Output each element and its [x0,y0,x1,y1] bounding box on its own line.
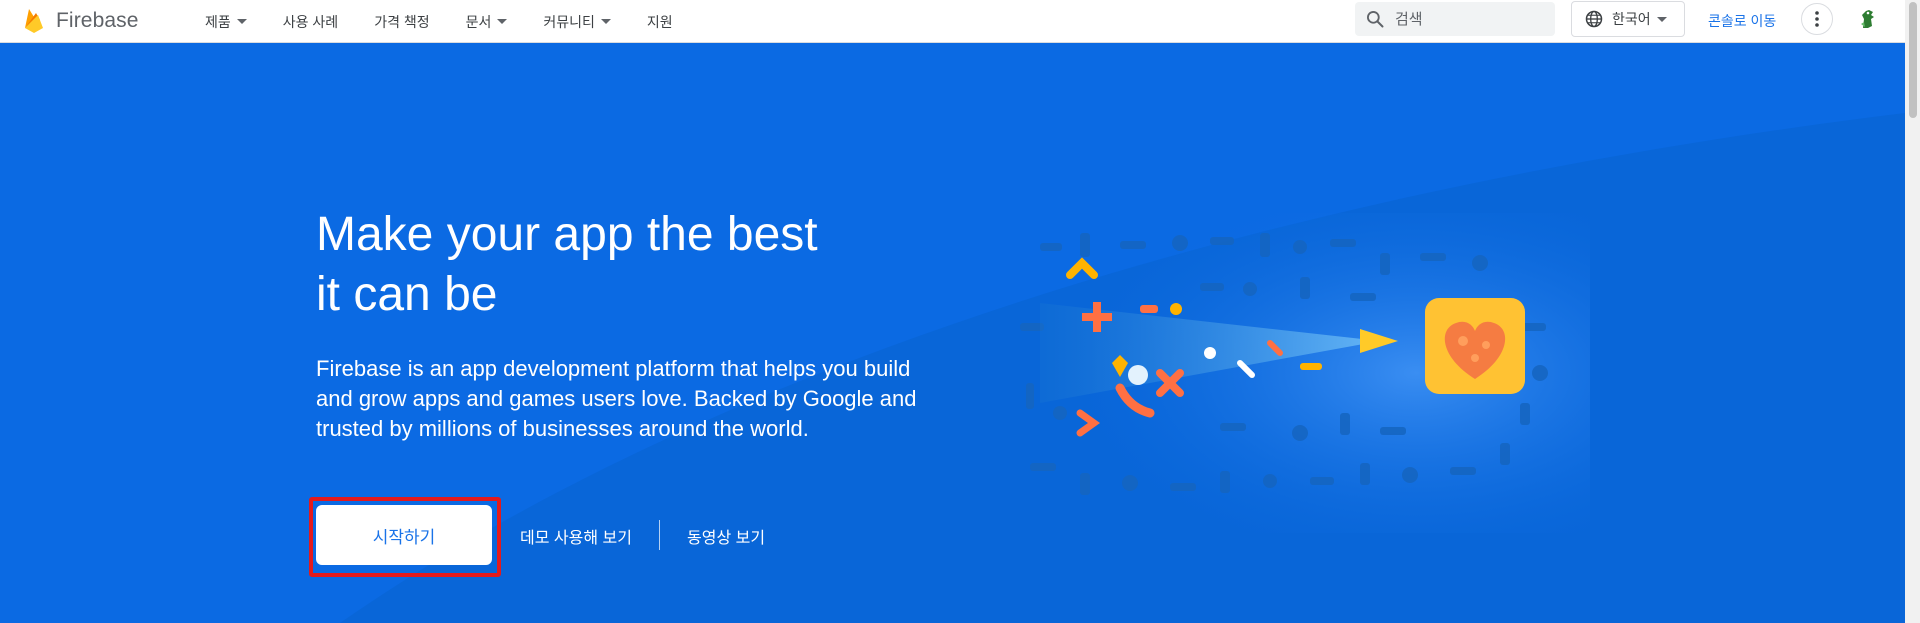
firebase-flame-icon [25,9,43,33]
nav-item-docs[interactable]: 문서 [448,0,526,43]
hero-illustration [1010,213,1590,533]
try-demo-link[interactable]: 데모 사용해 보기 [520,524,632,548]
account-avatar[interactable] [1853,5,1881,33]
nav-item-label: 가격 책정 [374,13,430,30]
nav-item-pricing[interactable]: 가격 책정 [356,0,447,43]
language-label: 한국어 [1612,11,1651,27]
nav-item-products[interactable]: 제품 [205,0,265,43]
hero-description: Firebase is an app development platform … [316,356,917,441]
nav-item-support[interactable]: 지원 [629,0,691,43]
page-scrollbar[interactable] [1905,0,1920,623]
nav-item-label: 문서 [465,13,492,30]
watch-video-link[interactable]: 동영상 보기 [687,524,765,548]
chevron-down-icon [1656,16,1667,22]
hero-background-shape [340,113,1905,623]
nav-item-use-cases[interactable]: 사용 사례 [265,0,356,43]
scrollbar-thumb[interactable] [1909,2,1917,118]
nav-item-label: 제품 [205,13,231,30]
chevron-down-icon [497,19,508,24]
search-box[interactable] [1355,2,1555,36]
language-selector[interactable]: 한국어 [1571,1,1685,37]
nav-item-label: 지원 [646,13,673,30]
avatar-image [1861,10,1874,28]
top-navigation-bar: Firebase 제품 사용 사례 가격 책정 문서 커뮤니티 지원 검색 한국… [0,0,1920,43]
globe-icon [1585,10,1603,28]
chevron-down-icon [600,19,611,24]
nav-item-label: 사용 사례 [282,13,339,30]
firebase-logo[interactable]: Firebase [22,6,139,36]
hero-headline: Make your app the best it can be [316,208,818,321]
link-divider [659,520,660,550]
search-input[interactable] [1393,9,1543,29]
search-icon [1367,11,1384,28]
get-started-button[interactable]: 시작하기 [316,505,492,565]
main-nav: 제품 사용 사례 가격 책정 문서 커뮤니티 지원 [205,0,691,43]
more-vert-icon [1815,11,1819,27]
go-to-console-link[interactable]: 콘솔로 이동 [1708,11,1776,31]
more-options-button[interactable] [1801,3,1833,35]
nav-item-label: 커뮤니티 [543,13,595,30]
hero-section: Make your app the best it can be Firebas… [0,43,1905,623]
brand-name: Firebase [56,9,139,32]
chevron-down-icon [236,19,247,24]
nav-item-community[interactable]: 커뮤니티 [525,0,629,43]
